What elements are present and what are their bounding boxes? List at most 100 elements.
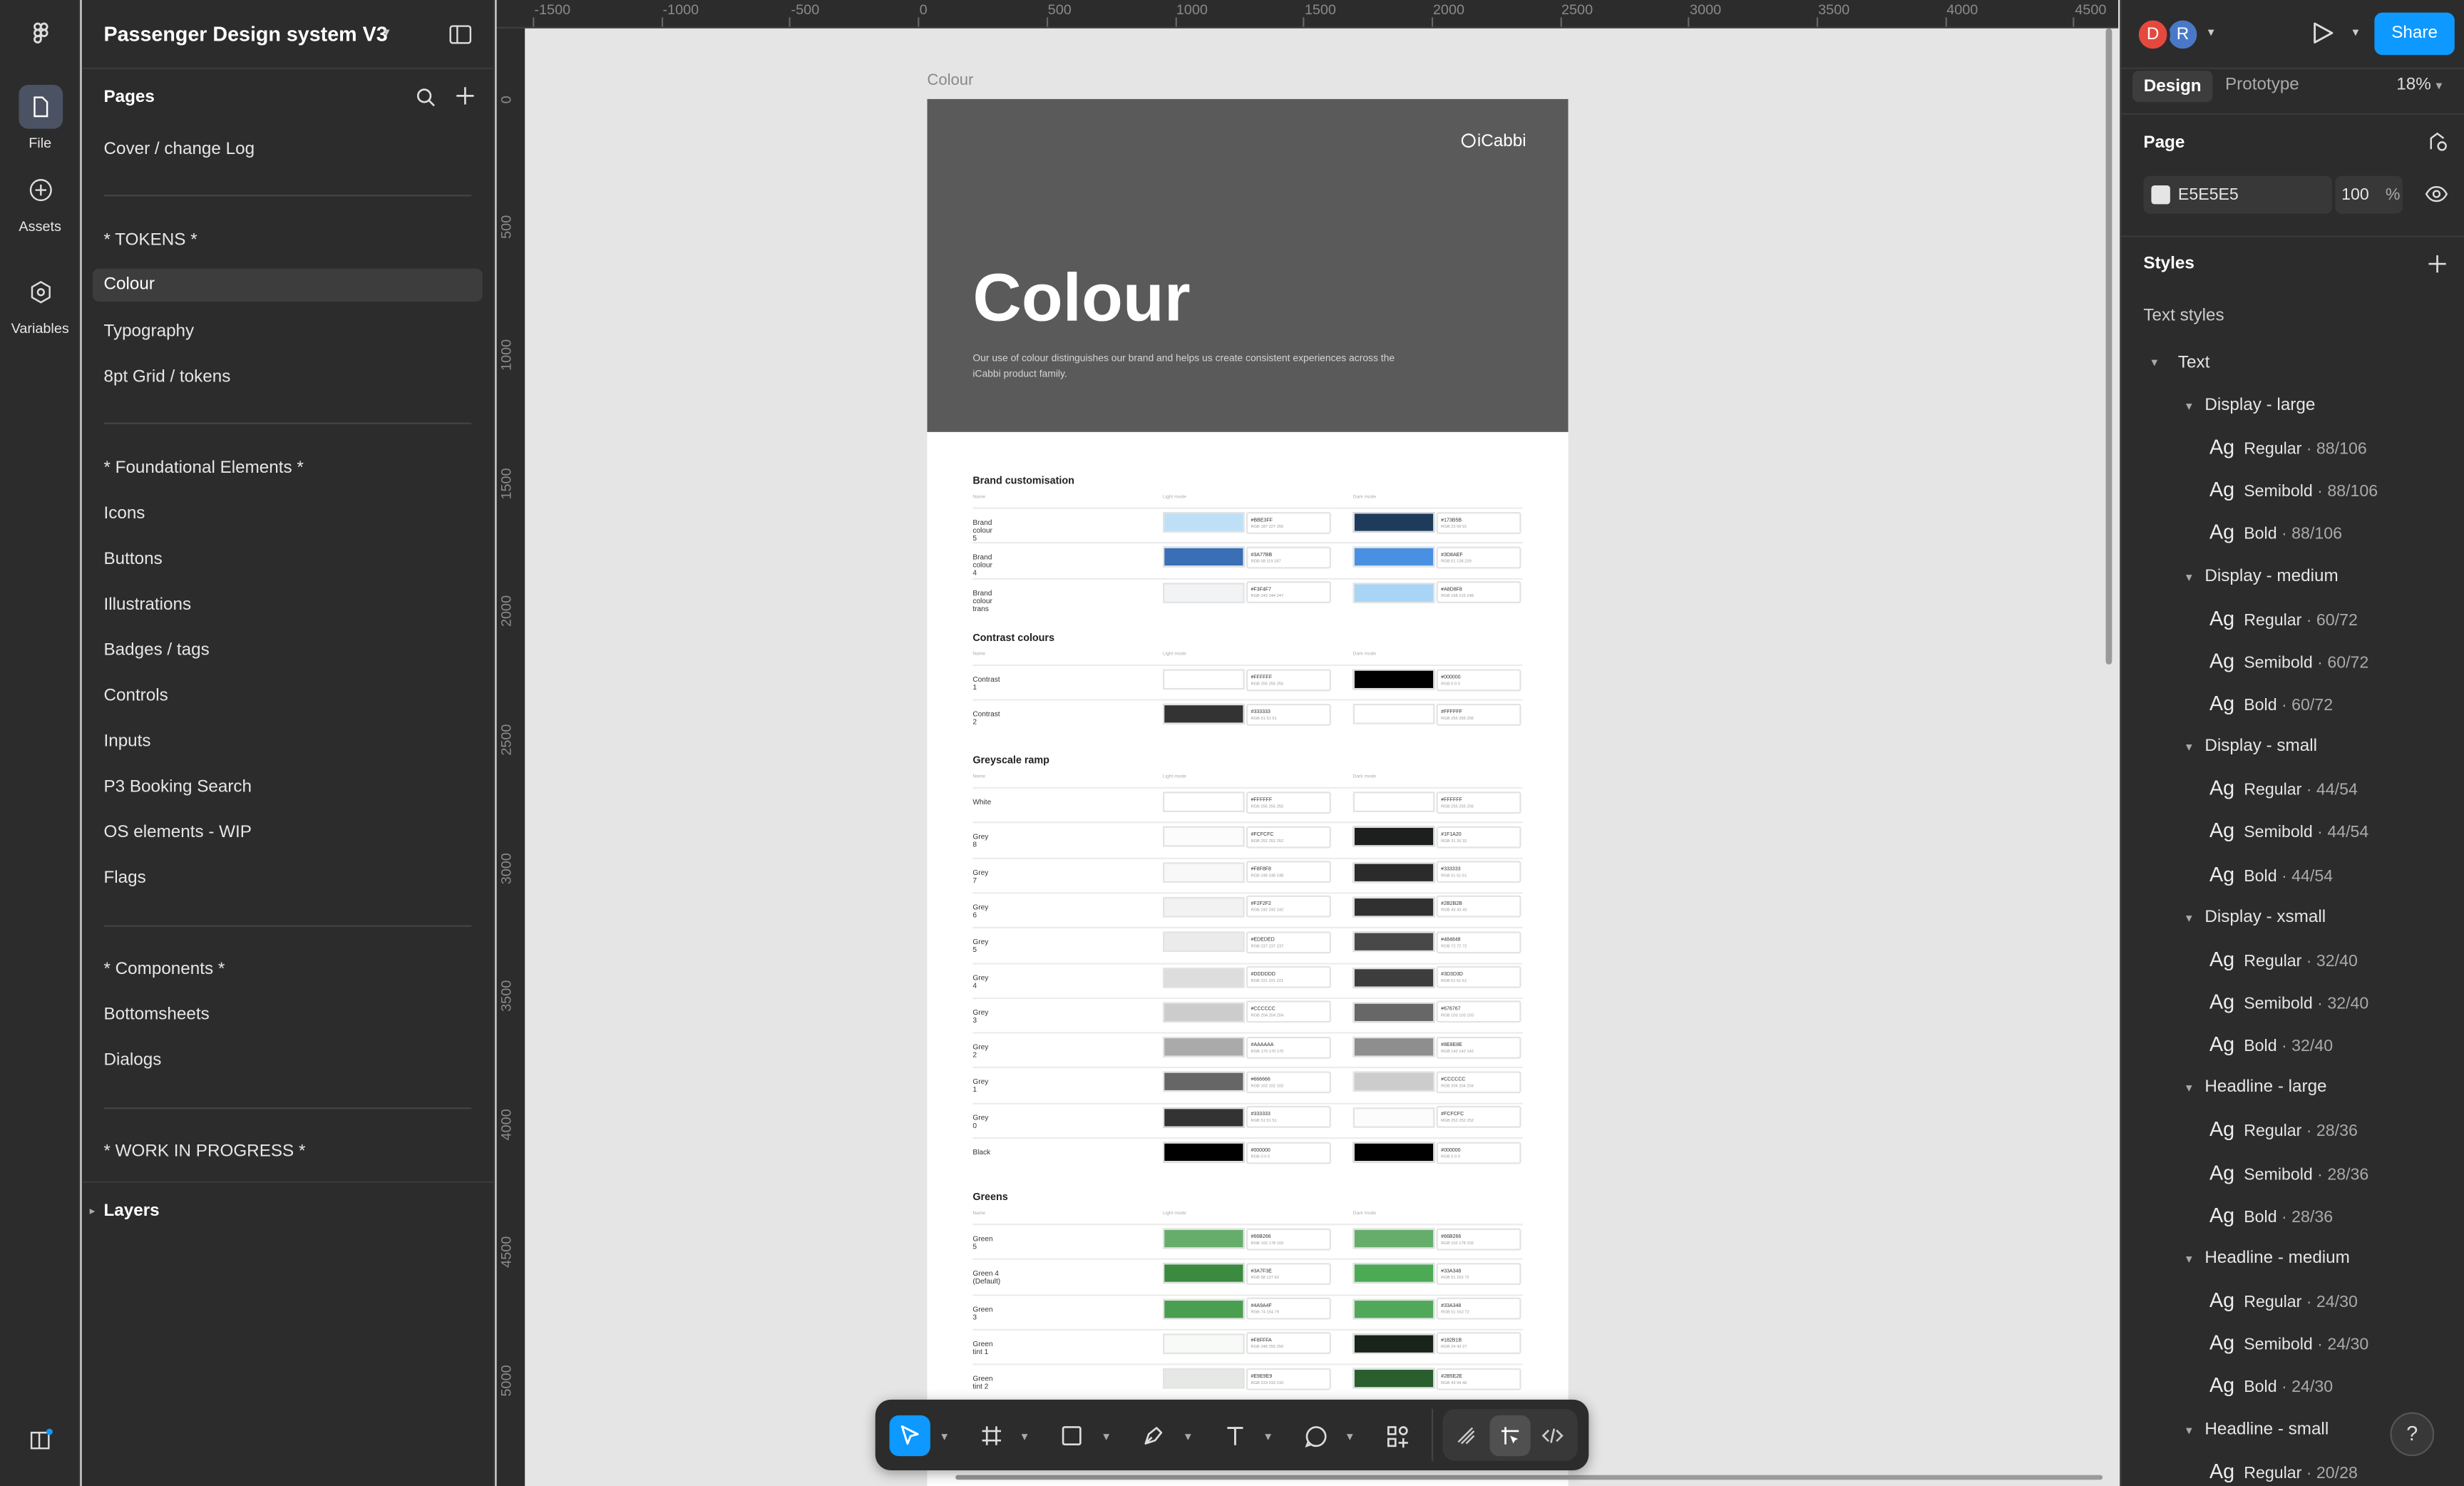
text-style-item[interactable]: Ag Bold · 88/106 — [2209, 521, 2342, 544]
avatar[interactable]: R — [2165, 17, 2200, 52]
text-style-item[interactable]: Ag Regular · 60/72 — [2209, 605, 2358, 629]
page-item[interactable]: Dialogs — [103, 1051, 161, 1070]
text-style-item[interactable]: Ag Bold · 24/30 — [2209, 1373, 2333, 1397]
design-mode-icon[interactable] — [1489, 1415, 1531, 1457]
light-swatch[interactable] — [1163, 966, 1245, 988]
dark-swatch[interactable] — [1352, 1037, 1435, 1057]
text-style-item[interactable]: Ag Bold · 60/72 — [2209, 691, 2333, 714]
page-item[interactable]: P3 Booking Search — [103, 777, 252, 796]
sidebar-toggle-icon[interactable] — [449, 25, 472, 48]
dark-swatch[interactable] — [1352, 582, 1435, 603]
light-swatch[interactable] — [1163, 547, 1245, 568]
frame-tool-icon[interactable] — [971, 1415, 1012, 1456]
text-style-group[interactable]: Text — [2178, 354, 2209, 372]
dark-swatch[interactable] — [1352, 1142, 1435, 1163]
page-item[interactable]: Controls — [103, 687, 168, 705]
text-style-item[interactable]: Ag Regular · 44/54 — [2209, 777, 2358, 800]
page-styles-icon[interactable] — [2428, 132, 2448, 157]
light-swatch[interactable] — [1163, 669, 1245, 690]
dark-swatch[interactable] — [1352, 896, 1435, 918]
page-opacity-value[interactable]: 100 — [2341, 185, 2369, 204]
resources-icon[interactable] — [29, 1428, 53, 1453]
pen-tool-icon[interactable] — [1133, 1415, 1174, 1456]
colour-frame[interactable]: iCabbi Colour Our use of colour distingu… — [927, 98, 1569, 1486]
figma-menu-icon[interactable] — [26, 21, 55, 49]
vertical-scrollbar[interactable] — [2105, 28, 2113, 665]
add-page-icon[interactable] — [456, 86, 474, 110]
light-swatch[interactable] — [1163, 1263, 1245, 1284]
rail-file-button[interactable]: File — [0, 84, 80, 150]
text-style-group[interactable]: ▾ Headline - medium — [2186, 1249, 2350, 1267]
dark-swatch[interactable] — [1352, 826, 1435, 848]
page-color-value[interactable]: E5E5E5 — [2178, 185, 2239, 204]
page-color-swatch[interactable] — [2151, 185, 2170, 205]
page-item[interactable]: Buttons — [103, 550, 162, 568]
page-item[interactable]: * TOKENS * — [103, 231, 197, 250]
text-style-item[interactable]: Ag Bold · 28/36 — [2209, 1203, 2333, 1226]
text-style-group[interactable]: ▾ Display - small — [2186, 737, 2317, 756]
text-tool-chevron-icon[interactable]: ▾ — [1265, 1430, 1271, 1444]
text-style-item[interactable]: Ag Semibold · 32/40 — [2209, 990, 2368, 1013]
page-item[interactable]: Bottomsheets — [103, 1005, 209, 1024]
multiplayer-chevron-icon[interactable]: ▾ — [2208, 25, 2214, 39]
rail-variables-button[interactable]: Variables — [0, 270, 80, 336]
page-item[interactable]: Typography — [103, 322, 194, 341]
page-item[interactable]: OS elements - WIP — [103, 823, 251, 841]
horizontal-scrollbar[interactable] — [955, 1475, 2103, 1480]
file-name[interactable]: Passenger Design system V3 — [103, 22, 387, 46]
light-swatch[interactable] — [1163, 791, 1245, 812]
text-style-item[interactable]: Ag Bold · 32/40 — [2209, 1032, 2333, 1056]
light-swatch[interactable] — [1163, 1072, 1245, 1092]
page-item-selected[interactable]: Colour — [93, 268, 483, 302]
text-style-item[interactable]: Ag Semibold · 44/54 — [2209, 819, 2368, 843]
dark-swatch[interactable] — [1352, 1298, 1435, 1319]
layers-chevron-icon[interactable]: ▸ — [90, 1205, 96, 1217]
rail-assets-button[interactable]: Assets — [0, 168, 80, 234]
light-swatch[interactable] — [1163, 1037, 1245, 1057]
actions-tool-icon[interactable] — [1377, 1415, 1417, 1456]
frame-label[interactable]: Colour — [927, 72, 973, 89]
visibility-eye-icon[interactable] — [2425, 185, 2448, 207]
dark-swatch[interactable] — [1352, 704, 1435, 725]
move-tool-icon[interactable] — [889, 1415, 930, 1457]
comment-tool-chevron-icon[interactable]: ▾ — [1347, 1430, 1353, 1444]
zoom-level[interactable]: 18% ▾ — [2396, 76, 2442, 94]
dark-swatch[interactable] — [1352, 861, 1435, 883]
search-pages-icon[interactable] — [416, 88, 435, 111]
light-swatch[interactable] — [1163, 896, 1245, 918]
dark-swatch[interactable] — [1352, 931, 1435, 953]
tab-prototype[interactable]: Prototype — [2225, 76, 2299, 94]
dark-swatch[interactable] — [1352, 966, 1435, 988]
present-chevron-icon[interactable]: ▾ — [2353, 25, 2359, 39]
text-group-chevron-icon[interactable]: ▾ — [2151, 355, 2157, 369]
page-item[interactable]: Illustrations — [103, 595, 191, 614]
text-style-item[interactable]: Ag Bold · 44/54 — [2209, 862, 2333, 886]
avatar[interactable]: D — [2135, 17, 2170, 52]
light-swatch[interactable] — [1163, 826, 1245, 848]
page-item[interactable]: * Components * — [103, 960, 225, 978]
dark-swatch[interactable] — [1352, 1072, 1435, 1092]
light-swatch[interactable] — [1163, 1333, 1245, 1354]
page-item[interactable]: * WORK IN PROGRESS * — [103, 1142, 305, 1161]
page-item[interactable]: Badges / tags — [103, 641, 209, 660]
light-swatch[interactable] — [1163, 1142, 1245, 1163]
light-swatch[interactable] — [1163, 1368, 1245, 1389]
help-button[interactable]: ? — [2390, 1412, 2435, 1457]
draw-mode-icon[interactable] — [1446, 1415, 1487, 1456]
text-style-group[interactable]: ▾ Display - large — [2186, 396, 2315, 414]
light-swatch[interactable] — [1163, 1228, 1245, 1249]
text-style-group[interactable]: ▾ Headline - small — [2186, 1420, 2329, 1438]
dark-swatch[interactable] — [1352, 547, 1435, 568]
text-style-group[interactable]: ▾ Display - medium — [2186, 566, 2339, 585]
comment-tool-icon[interactable] — [1295, 1415, 1335, 1456]
frame-tool-chevron-icon[interactable]: ▾ — [1022, 1430, 1028, 1444]
present-icon[interactable] — [2310, 21, 2335, 51]
text-style-item[interactable]: Ag Regular · 28/36 — [2209, 1117, 2358, 1141]
page-item[interactable]: Flags — [103, 868, 145, 887]
add-style-icon[interactable] — [2428, 255, 2446, 278]
layers-heading[interactable]: Layers — [103, 1201, 159, 1220]
light-swatch[interactable] — [1163, 861, 1245, 883]
text-style-item[interactable]: Ag Semibold · 24/30 — [2209, 1331, 2368, 1354]
dark-swatch[interactable] — [1352, 1228, 1435, 1249]
text-style-group[interactable]: ▾ Headline - large — [2186, 1078, 2327, 1097]
